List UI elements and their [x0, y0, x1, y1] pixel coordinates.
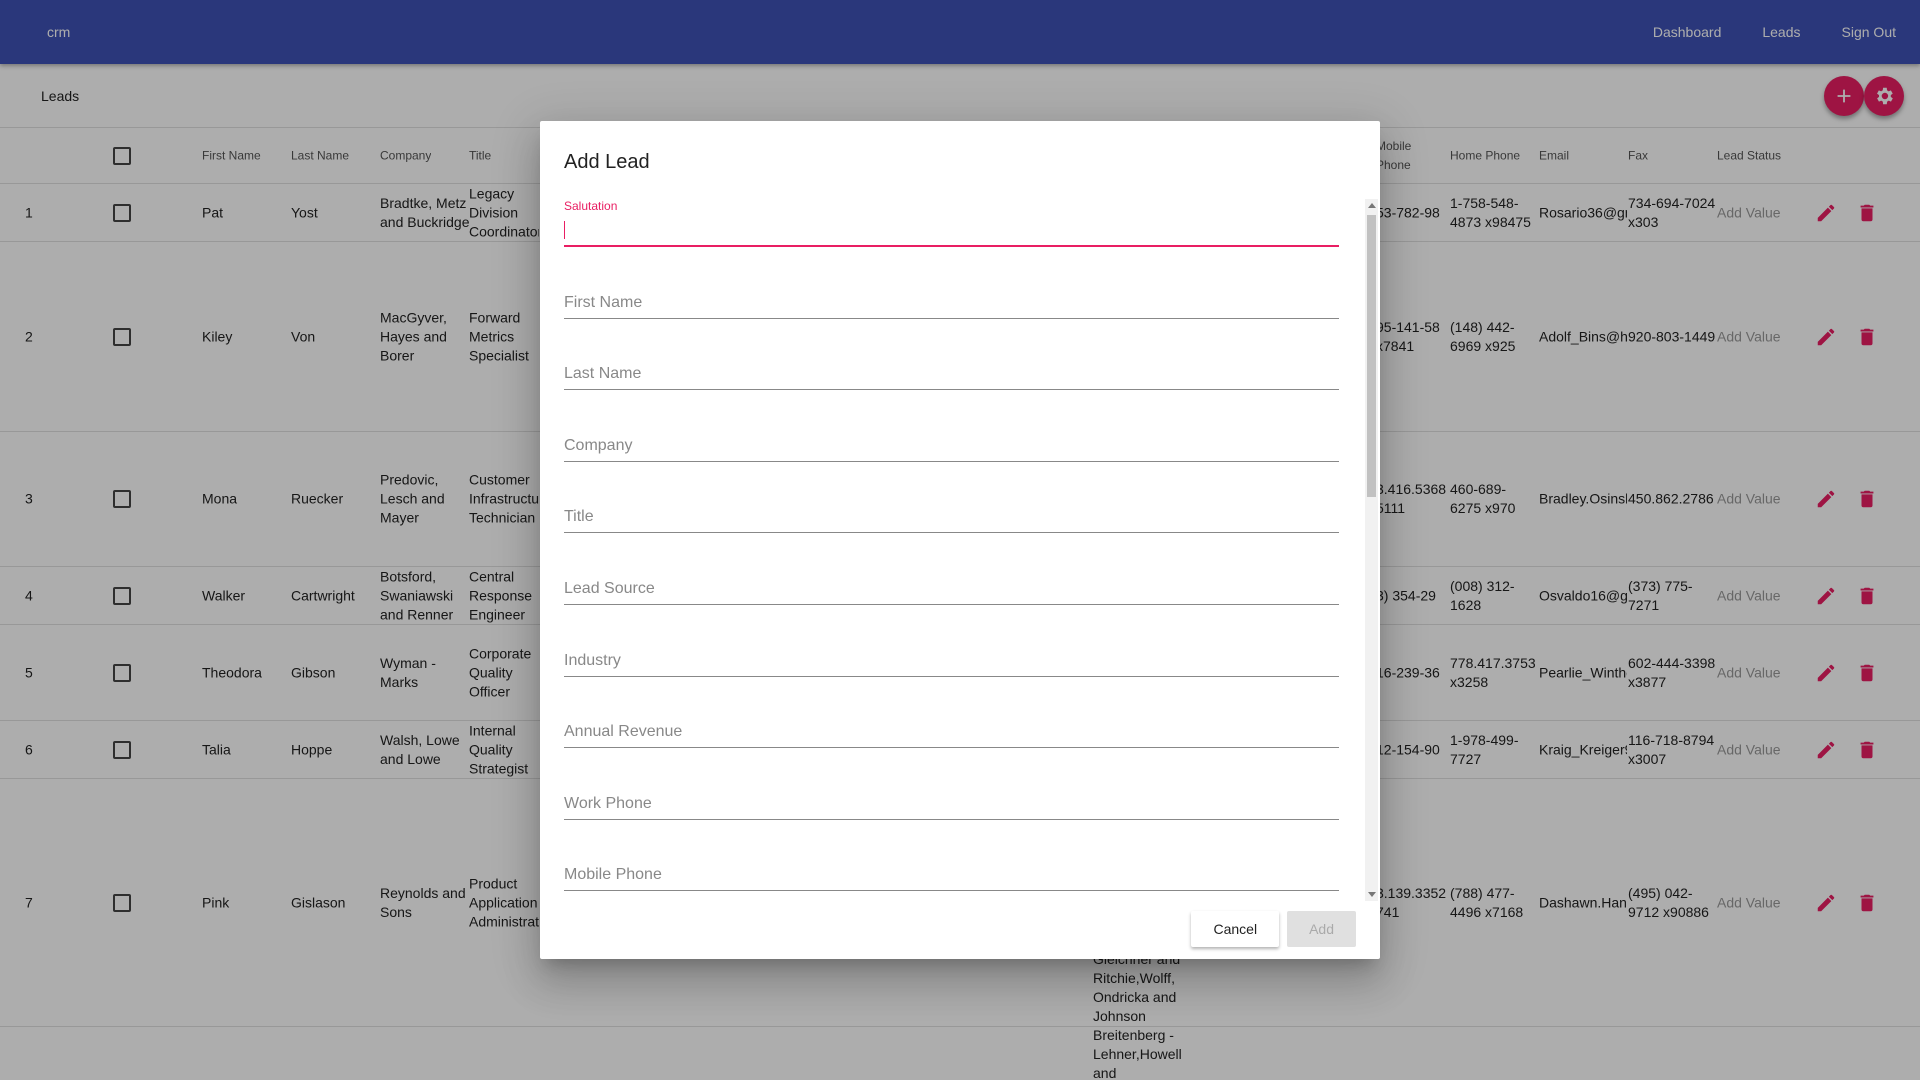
- field-label: Industry: [564, 651, 621, 669]
- scroll-up-icon[interactable]: [1368, 203, 1376, 208]
- dialog-form: Salutation First Name Last Name Company Titl…: [564, 199, 1339, 901]
- scroll-down-icon[interactable]: [1368, 892, 1376, 897]
- add-button[interactable]: Add: [1287, 911, 1356, 947]
- cancel-button[interactable]: Cancel: [1191, 911, 1280, 947]
- first-name-input[interactable]: First Name: [564, 271, 1339, 319]
- work-phone-input[interactable]: Work Phone: [564, 772, 1339, 820]
- field-label: Last Name: [564, 365, 642, 383]
- title-input[interactable]: Title: [564, 485, 1339, 534]
- salutation-input[interactable]: Salutation: [564, 199, 1339, 247]
- field-label: Mobile Phone: [564, 866, 662, 884]
- mobile-phone-input[interactable]: Mobile Phone: [564, 843, 1339, 892]
- industry-input[interactable]: Industry: [564, 629, 1339, 677]
- field-label: First Name: [564, 293, 643, 311]
- field-label: Salutation: [564, 199, 618, 213]
- field-label: Title: [564, 508, 594, 526]
- last-name-input[interactable]: Last Name: [564, 342, 1339, 391]
- dialog-title: Add Lead: [564, 151, 650, 173]
- field-label: Annual Revenue: [564, 723, 683, 741]
- scrollbar-thumb[interactable]: [1367, 215, 1376, 497]
- company-input[interactable]: Company: [564, 414, 1339, 462]
- field-label: Lead Source: [564, 580, 655, 597]
- lead-source-input[interactable]: Lead Source: [564, 557, 1339, 605]
- field-label: Company: [564, 436, 633, 454]
- dialog-scrollbar[interactable]: [1365, 199, 1378, 901]
- dialog-actions: Cancel Add: [1183, 911, 1356, 947]
- annual-revenue-input[interactable]: Annual Revenue: [564, 700, 1339, 749]
- text-caret: [564, 221, 565, 239]
- add-lead-dialog: Add Lead Salutation First Name Last Name Co…: [540, 121, 1380, 959]
- field-label: Work Phone: [564, 794, 652, 812]
